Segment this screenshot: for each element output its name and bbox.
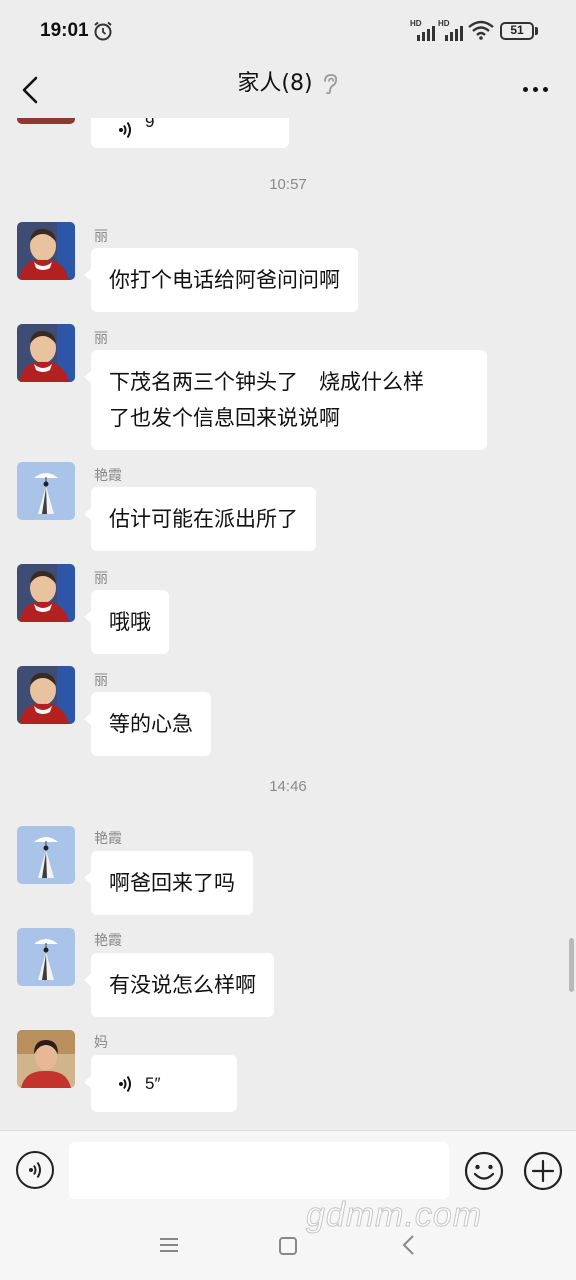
voice-message-bubble[interactable]: 5″ [84,1055,237,1112]
voice-icon [119,1075,131,1092]
message-text: 下茂名两三个钟头了 烧成什么样 [109,370,424,394]
message-text: 哦哦 [109,610,151,634]
message-list[interactable]: 9 10:57 丽 你打个电话给阿爸问问啊 丽 下茂名两三个钟头了 烧成什么样 … [0,118,576,1130]
voice-duration: 5″ [145,1073,161,1093]
scrollbar[interactable] [569,938,574,992]
message-bubble[interactable]: 啊爸回来了吗 [84,851,253,915]
watermark: gdmm.com [305,1196,483,1235]
message-text: 啊爸回来了吗 [109,871,235,895]
sender-name: 丽 [94,673,108,689]
message-text: 你打个电话给阿爸问问啊 [109,268,340,292]
nav-back-icon[interactable] [400,1234,418,1256]
battery-level: 51 [510,23,524,37]
sender-name: 妈 [94,1035,108,1051]
avatar[interactable] [17,1030,75,1088]
sender-name: 丽 [94,331,108,347]
chat-title: 家人(8) [237,71,313,96]
signal-strength-icon: HD [410,19,436,41]
ear-icon [323,74,337,95]
more-button[interactable] [518,76,552,102]
avatar[interactable] [17,222,75,280]
input-bar [0,1130,576,1210]
plus-icon[interactable] [523,1151,563,1191]
wifi-icon [468,20,494,40]
avatar[interactable] [17,826,75,884]
voice-icon [29,1161,41,1179]
more-dots-icon [532,86,538,92]
message-bubble[interactable]: 你打个电话给阿爸问问啊 [84,248,358,312]
sender-name: 丽 [94,571,108,587]
avatar[interactable] [17,118,75,124]
recent-apps-icon[interactable] [158,1235,180,1255]
message-input[interactable] [69,1142,449,1199]
avatar[interactable] [17,666,75,724]
sender-name: 艳霞 [94,468,122,484]
message-text: 估计可能在派出所了 [109,507,298,531]
signal-strength-icon: HD [438,19,464,41]
battery-tip [535,27,538,35]
message-bubble[interactable]: 哦哦 [84,590,169,654]
avatar[interactable] [17,324,75,382]
message-bubble[interactable]: 有没说怎么样啊 [84,953,274,1017]
status-time: 19:01 [40,20,89,41]
voice-duration: 9 [145,118,155,131]
status-bar: 19:01 HD HD 51 [0,0,576,62]
voice-message-bubble[interactable]: 9 [91,118,289,148]
avatar[interactable] [17,564,75,622]
message-text: 等的心急 [109,712,193,736]
time-divider: 10:57 [269,176,307,193]
avatar[interactable] [17,928,75,986]
emoji-icon[interactable] [464,1151,504,1191]
voice-input-button[interactable] [16,1151,54,1189]
message-bubble[interactable]: 等的心急 [84,692,211,756]
message-bubble[interactable]: 估计可能在派出所了 [84,487,316,551]
avatar[interactable] [17,462,75,520]
voice-icon [119,121,131,139]
more-dots-icon [542,86,548,92]
more-dots-icon [522,86,528,92]
sender-name: 艳霞 [94,831,122,847]
sender-name: 丽 [94,229,108,245]
time-divider: 14:46 [269,778,307,795]
message-bubble[interactable]: 下茂名两三个钟头了 烧成什么样 了也发个信息回来说说啊 [84,350,487,450]
chat-title-container: 家人(8) [0,70,576,98]
home-icon[interactable] [278,1236,298,1256]
alarm-clock-icon [94,21,112,41]
chat-header: 家人(8) [0,62,576,118]
message-text: 了也发个信息回来说说啊 [109,406,340,430]
message-text: 有没说怎么样啊 [109,973,256,997]
sender-name: 艳霞 [94,933,122,949]
battery-icon: 51 [500,22,534,40]
system-navigation-bar [0,1210,576,1280]
